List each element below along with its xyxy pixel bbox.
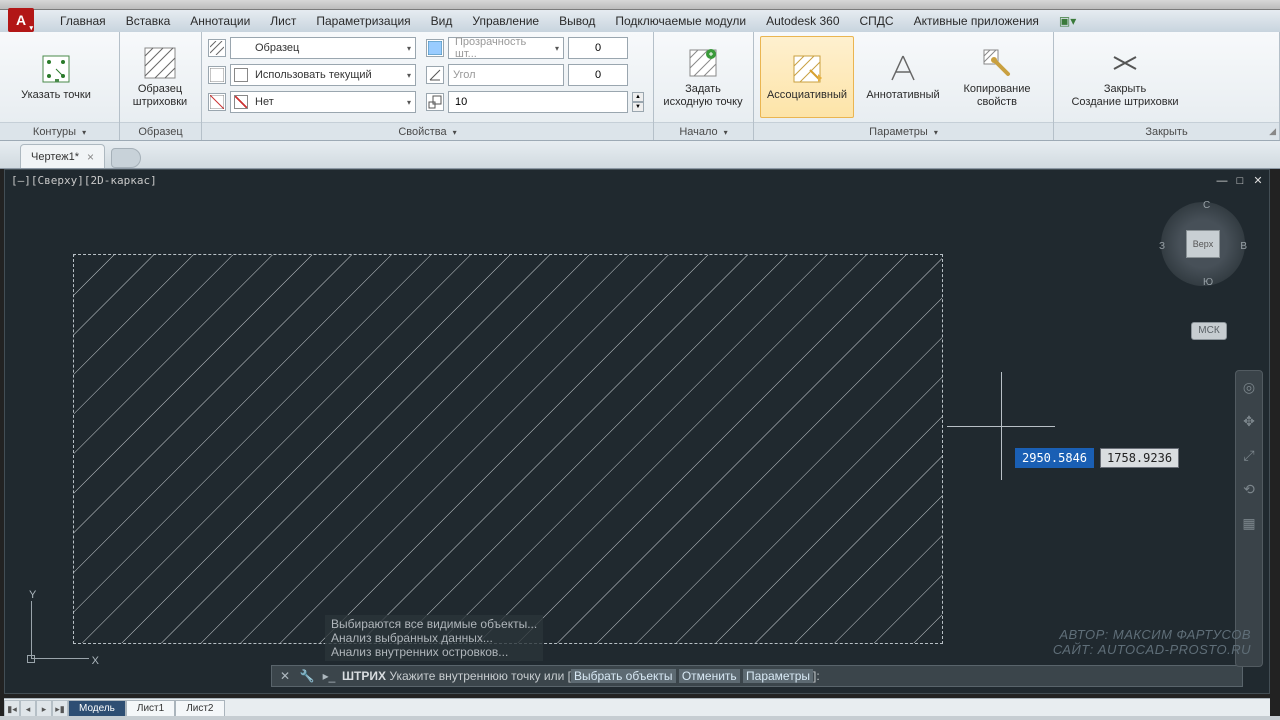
angle-icon[interactable] — [426, 66, 444, 84]
menubar: Главная Вставка Аннотации Лист Параметри… — [0, 10, 1280, 32]
scale-icon[interactable] — [426, 93, 444, 111]
angle-field[interactable]: 0 — [568, 64, 628, 86]
dynamic-input[interactable]: 2950.5846 1758.9236 — [1015, 448, 1179, 468]
menu-active-apps[interactable]: Активные приложения — [904, 14, 1049, 28]
nav-showmotion-icon[interactable]: ▦ — [1239, 515, 1259, 535]
coord-y-field[interactable]: 1758.9236 — [1100, 448, 1179, 468]
viewport-maximize-icon[interactable]: □ — [1233, 174, 1247, 188]
cmd-customize-icon[interactable]: 🔧 — [298, 667, 316, 685]
menu-output[interactable]: Вывод — [549, 14, 605, 28]
annotative-button[interactable]: Аннотативный — [860, 36, 946, 118]
layout1-tab[interactable]: Лист1 — [126, 700, 175, 718]
sheet-prev-icon[interactable]: ◂ — [20, 700, 36, 718]
menu-plugins[interactable]: Подключаемые модули — [605, 14, 756, 28]
app-menu-icon[interactable]: A — [8, 8, 34, 32]
group-origin-title: Начало — [679, 126, 717, 138]
color-dropdown[interactable]: Использовать текущий — [230, 64, 416, 86]
menu-a360[interactable]: Autodesk 360 — [756, 14, 849, 28]
ucs-dropdown[interactable]: МСК — [1191, 322, 1227, 340]
match-properties-button[interactable]: Копирование свойств — [952, 36, 1042, 118]
transparency-icon[interactable] — [426, 39, 444, 57]
model-tab[interactable]: Модель — [68, 700, 126, 718]
navigation-bar[interactable]: ◎ ✥ ⤢ ⟲ ▦ — [1235, 370, 1263, 667]
close-hatch-editor-button[interactable]: Закрыть Создание штриховки — [1060, 36, 1190, 118]
hatch-sample-button[interactable]: Образец штриховки — [126, 36, 194, 118]
layout2-tab[interactable]: Лист2 — [175, 700, 224, 718]
watermark: АВТОР: МАКСИМ ФАРТУСОВ САЙТ: AUTOCAD-PRO… — [1053, 627, 1251, 657]
group-properties-title: Свойства — [398, 126, 446, 138]
group-contours-title: Контуры — [33, 126, 76, 138]
menu-view[interactable]: Вид — [421, 14, 463, 28]
background-dropdown[interactable]: Нет — [230, 91, 416, 113]
viewport-minimize-icon[interactable]: — — [1215, 174, 1229, 188]
menu-annotations[interactable]: Аннотации — [180, 14, 260, 28]
transparency-label[interactable]: Прозрачность шт... — [448, 37, 564, 59]
associative-button[interactable]: Ассоциативный — [760, 36, 854, 118]
viewcube-top[interactable]: Верх — [1186, 230, 1220, 258]
menu-parametrize[interactable]: Параметризация — [306, 14, 420, 28]
nav-orbit-icon[interactable]: ⟲ — [1239, 481, 1259, 501]
drawing-canvas[interactable]: [–][Сверху][2D-каркас] — □ ✕ 2950.5846 1… — [4, 169, 1270, 694]
sheet-next-icon[interactable]: ▸ — [36, 700, 52, 718]
pattern-type-icon[interactable] — [208, 39, 226, 57]
group-options-title: Параметры — [869, 126, 928, 138]
ribbon: Указать точки Контуры Образец штриховки … — [0, 32, 1280, 141]
coord-x-field[interactable]: 2950.5846 — [1015, 448, 1094, 468]
cmd-close-icon[interactable]: ✕ — [276, 667, 294, 685]
color-type-icon[interactable] — [208, 66, 226, 84]
file-tab[interactable]: Чертеж1* × — [20, 144, 105, 168]
ucs-icon: Y X — [25, 589, 95, 669]
file-tabs: Чертеж1* × — [0, 141, 1280, 169]
command-history: Выбираются все видимые объекты... Анализ… — [325, 615, 543, 661]
sheet-first-icon[interactable]: ▮◂ — [4, 700, 20, 718]
menu-spds[interactable]: СПДС — [850, 14, 904, 28]
command-line[interactable]: ✕ 🔧 ▸_ ШТРИХ Укажите внутреннюю точку ил… — [271, 665, 1243, 687]
menu-manage[interactable]: Управление — [462, 14, 549, 28]
file-tab-close-icon[interactable]: × — [87, 150, 94, 164]
cmd-prompt-icon: ▸_ — [320, 667, 338, 685]
new-tab-button[interactable] — [111, 148, 141, 168]
hatched-rectangle — [73, 254, 943, 644]
nav-zoom-icon[interactable]: ⤢ — [1239, 447, 1259, 467]
transparency-field[interactable]: 0 — [568, 37, 628, 59]
nav-pan-icon[interactable]: ✥ — [1239, 413, 1259, 433]
group-close-title: Закрыть — [1145, 126, 1187, 138]
menu-sheet[interactable]: Лист — [260, 14, 306, 28]
viewport-label[interactable]: [–][Сверху][2D-каркас] — [11, 174, 157, 187]
crosshair-v — [1001, 372, 1002, 480]
group-sample-title: Образец — [138, 126, 182, 138]
scale-spinner[interactable]: ▲▼ — [632, 92, 644, 112]
angle-label: Угол — [448, 64, 564, 86]
sheet-last-icon[interactable]: ▸▮ — [52, 700, 68, 718]
bg-type-icon[interactable] — [208, 93, 226, 111]
menu-overflow-icon[interactable]: ▣▾ — [1049, 14, 1086, 28]
set-origin-button[interactable]: Задать исходную точку — [660, 36, 746, 118]
pick-points-button[interactable]: Указать точки — [6, 36, 106, 118]
scale-field[interactable]: 10 — [448, 91, 628, 113]
nav-wheel-icon[interactable]: ◎ — [1239, 379, 1259, 399]
pattern-dropdown[interactable]: Образец — [230, 37, 416, 59]
menu-home[interactable]: Главная — [50, 14, 116, 28]
menu-insert[interactable]: Вставка — [116, 14, 181, 28]
viewcube[interactable]: Верх С Ю В З — [1161, 202, 1245, 286]
viewport-close-icon[interactable]: ✕ — [1251, 174, 1265, 188]
layout-tabs: ▮◂ ◂ ▸ ▸▮ Модель Лист1 Лист2 — [4, 698, 1270, 718]
